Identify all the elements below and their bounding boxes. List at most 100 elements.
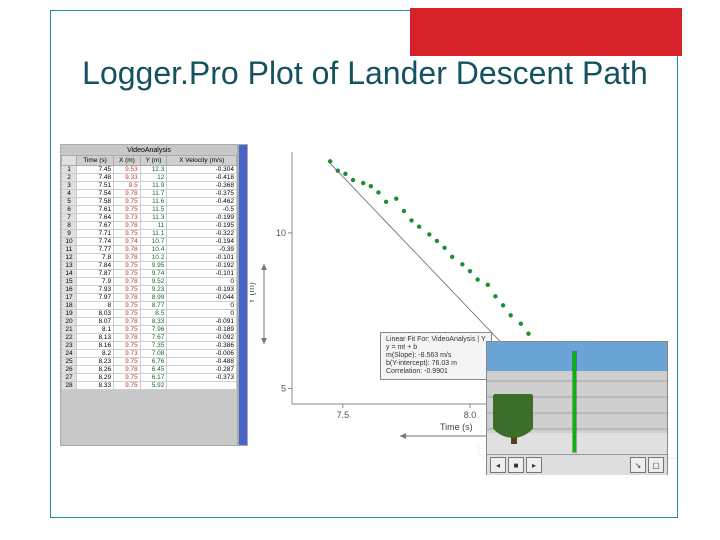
- data-point: [409, 218, 413, 222]
- video-frame: [487, 342, 667, 454]
- y-axis-label: Y (m): [250, 282, 256, 304]
- data-point: [486, 283, 490, 287]
- table-cell: 13: [62, 262, 77, 270]
- table-row: 238.169.757.35-0.386: [62, 342, 237, 350]
- table-cell: 21: [62, 326, 77, 334]
- table-cell: 7.58: [77, 198, 114, 206]
- table-cell: 8.13: [77, 334, 114, 342]
- table-cell: -0.368: [167, 182, 237, 190]
- table-cell: -0.386: [167, 342, 237, 350]
- table-cell: 7.35: [140, 342, 167, 350]
- table-row: 198.039.758.50: [62, 310, 237, 318]
- col-header: [62, 156, 77, 166]
- table-row: 228.139.787.67-0.092: [62, 334, 237, 342]
- col-header: Time (s): [77, 156, 114, 166]
- table-row: 127.89.7810.2-0.101: [62, 254, 237, 262]
- table-cell: 7.74: [77, 238, 114, 246]
- link-button[interactable]: ↘: [630, 457, 646, 473]
- table-cell: 8: [62, 222, 77, 230]
- data-point: [450, 255, 454, 259]
- table-cell: -0.195: [167, 222, 237, 230]
- data-point: [376, 190, 380, 194]
- table-cell: 11.1: [140, 230, 167, 238]
- data-table: Time (s)X (m)Y (m)X Velocity (m/s) 17.45…: [61, 155, 237, 390]
- table-cell: 9.78: [114, 294, 141, 302]
- table-cell: 0: [167, 278, 237, 286]
- table-cell: 9.78: [114, 334, 141, 342]
- table-row: 258.239.756.76-0.488: [62, 358, 237, 366]
- data-point: [435, 239, 439, 243]
- table-row: 17.459.5312.3-0.304: [62, 166, 237, 174]
- stop-button[interactable]: ■: [508, 457, 524, 473]
- table-cell: 28: [62, 382, 77, 390]
- table-cell: 15: [62, 278, 77, 286]
- data-point: [351, 178, 355, 182]
- table-cell: 7.45: [77, 166, 114, 174]
- table-cell: -0.39: [167, 246, 237, 254]
- table-cell: -0.189: [167, 326, 237, 334]
- table-scrollbar[interactable]: [238, 144, 248, 446]
- data-point: [526, 331, 530, 335]
- table-cell: 9.75: [114, 270, 141, 278]
- title-accent-block: [410, 8, 682, 56]
- prev-button[interactable]: ◂: [490, 457, 506, 473]
- table-cell: 10: [62, 238, 77, 246]
- table-cell: 11.7: [140, 190, 167, 198]
- data-point: [501, 303, 505, 307]
- table-cell: 5: [62, 198, 77, 206]
- table-cell: -0.375: [167, 190, 237, 198]
- table-row: 147.879.759.74-0.101: [62, 270, 237, 278]
- table-cell: 25: [62, 358, 77, 366]
- table-cell: 7.97: [77, 294, 114, 302]
- fit-corr: Correlation: -0.9901: [386, 368, 486, 376]
- table-row: 268.269.786.45-0.287: [62, 366, 237, 374]
- data-point: [361, 181, 365, 185]
- table-cell: 7.64: [77, 214, 114, 222]
- table-cell: 11.6: [140, 198, 167, 206]
- table-cell: 6.17: [140, 374, 167, 382]
- table-cell: 8.16: [77, 342, 114, 350]
- mark-button[interactable]: ▢: [648, 457, 664, 473]
- table-cell: 11: [140, 222, 167, 230]
- data-point: [442, 246, 446, 250]
- table-cell: 9.73: [114, 214, 141, 222]
- table-cell: 16: [62, 286, 77, 294]
- table-cell: 7.67: [140, 334, 167, 342]
- table-cell: 0: [167, 310, 237, 318]
- table-cell: 9.75: [114, 198, 141, 206]
- table-row: 47.549.7811.7-0.375: [62, 190, 237, 198]
- table-cell: 7.48: [77, 174, 114, 182]
- table-cell: 8.03: [77, 310, 114, 318]
- data-point: [468, 269, 472, 273]
- table-cell: 7.84: [77, 262, 114, 270]
- table-cell: 6.45: [140, 366, 167, 374]
- table-cell: 11.3: [140, 214, 167, 222]
- table-cell: 11.9: [140, 182, 167, 190]
- table-cell: 8.33: [140, 318, 167, 326]
- table-cell: 9.52: [140, 278, 167, 286]
- data-point: [475, 277, 479, 281]
- table-cell: 14: [62, 270, 77, 278]
- table-cell: 9.75: [114, 326, 141, 334]
- table-cell: 9.74: [114, 238, 141, 246]
- table-cell: 7.51: [77, 182, 114, 190]
- table-cell: 9.23: [140, 286, 167, 294]
- video-controls: ◂ ■ ▸ ↘ ▢: [487, 454, 667, 475]
- next-button[interactable]: ▸: [526, 457, 542, 473]
- table-row: 107.749.7410.7-0.194: [62, 238, 237, 246]
- tree-graphic: [493, 394, 533, 454]
- fit-equation: y = mt + b: [386, 344, 486, 352]
- table-row: 167.939.759.23-0.193: [62, 286, 237, 294]
- table-cell: 1: [62, 166, 77, 174]
- table-cell: 9: [62, 230, 77, 238]
- table-cell: 9.78: [114, 222, 141, 230]
- table-cell: 9.95: [140, 262, 167, 270]
- table-cell: -0.5: [167, 206, 237, 214]
- table-cell: 8.29: [77, 374, 114, 382]
- table-cell: 7.77: [77, 246, 114, 254]
- table-cell: -0.488: [167, 358, 237, 366]
- table-cell: 9.75: [114, 358, 141, 366]
- data-point: [343, 172, 347, 176]
- table-cell: 7.87: [77, 270, 114, 278]
- table-row: 177.979.788.99-0.044: [62, 294, 237, 302]
